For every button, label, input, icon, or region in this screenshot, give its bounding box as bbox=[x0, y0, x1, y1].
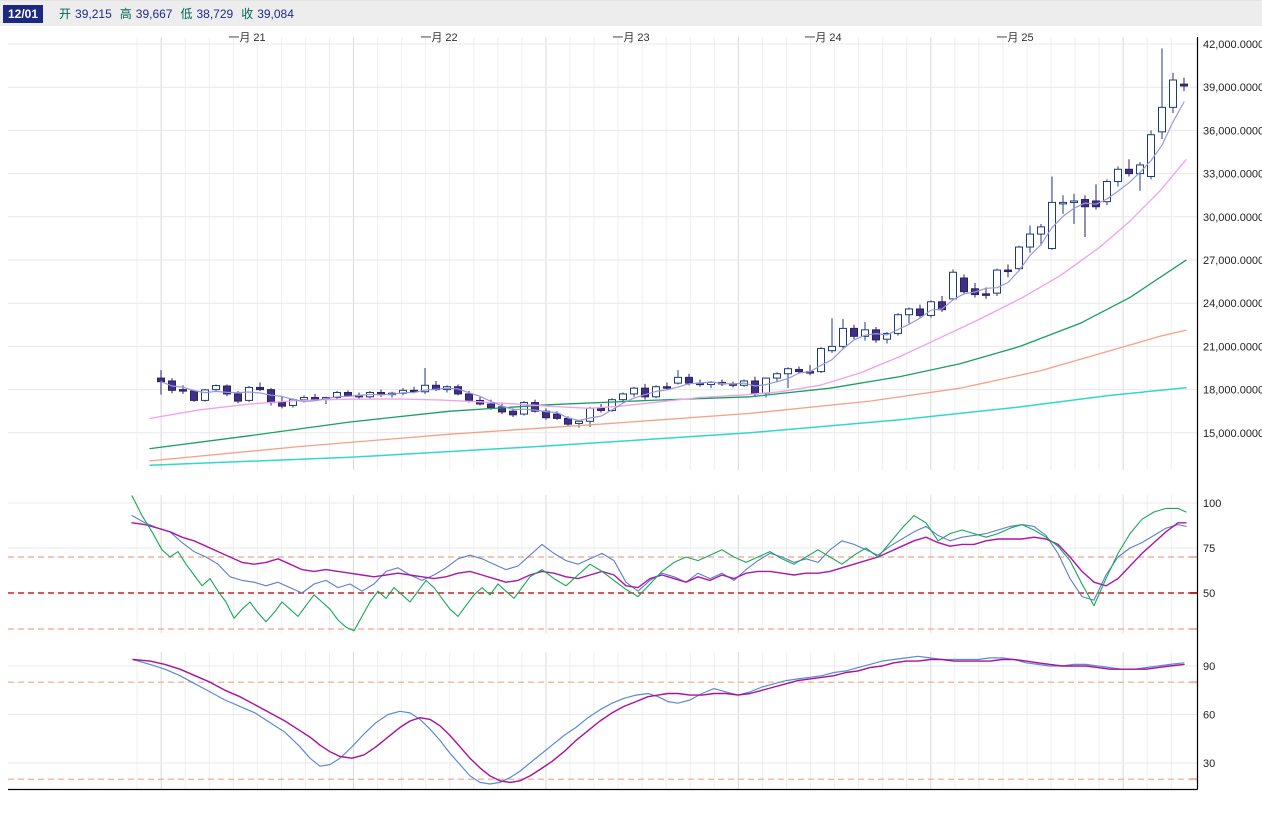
svg-text:27,000.0000: 27,000.0000 bbox=[1203, 255, 1262, 267]
status-bar: 12/01 开 39,215 高 39,667 低 38,729 收 39,084 bbox=[0, 0, 1262, 26]
svg-text:一月 25: 一月 25 bbox=[996, 32, 1033, 44]
ohlc-high: 高 39,667 bbox=[119, 7, 173, 21]
svg-text:33,000.0000: 33,000.0000 bbox=[1203, 169, 1262, 181]
svg-text:39,000.0000: 39,000.0000 bbox=[1203, 82, 1262, 94]
svg-text:24,000.0000: 24,000.0000 bbox=[1203, 298, 1262, 310]
date-badge: 12/01 bbox=[3, 4, 44, 23]
svg-text:75: 75 bbox=[1203, 543, 1215, 555]
svg-text:90: 90 bbox=[1203, 661, 1215, 673]
svg-text:一月 22: 一月 22 bbox=[420, 32, 457, 44]
svg-text:18,000.0000: 18,000.0000 bbox=[1203, 385, 1262, 397]
svg-text:50: 50 bbox=[1203, 588, 1215, 600]
svg-text:15,000.0000: 15,000.0000 bbox=[1203, 428, 1262, 440]
svg-text:一月 21: 一月 21 bbox=[228, 32, 265, 44]
svg-text:21,000.0000: 21,000.0000 bbox=[1203, 341, 1262, 353]
svg-text:30: 30 bbox=[1203, 758, 1215, 770]
svg-text:一月 23: 一月 23 bbox=[612, 32, 649, 44]
candlestick-series bbox=[157, 48, 1188, 428]
ohlc-low: 低 38,729 bbox=[180, 7, 234, 21]
ohlc-close: 收 39,084 bbox=[241, 7, 294, 21]
svg-text:100: 100 bbox=[1203, 498, 1221, 510]
svg-text:36,000.0000: 36,000.0000 bbox=[1203, 125, 1262, 137]
svg-text:60: 60 bbox=[1203, 710, 1215, 722]
svg-text:42,000.0000: 42,000.0000 bbox=[1203, 39, 1262, 51]
svg-text:30,000.0000: 30,000.0000 bbox=[1203, 212, 1262, 224]
chart-canvas[interactable]: 42,000.0000 39,000.0000 36,000.0000 33,000.… bbox=[0, 0, 1262, 812]
svg-text:一月 24: 一月 24 bbox=[804, 32, 841, 44]
ohlc-open: 开 39,215 bbox=[59, 7, 112, 21]
